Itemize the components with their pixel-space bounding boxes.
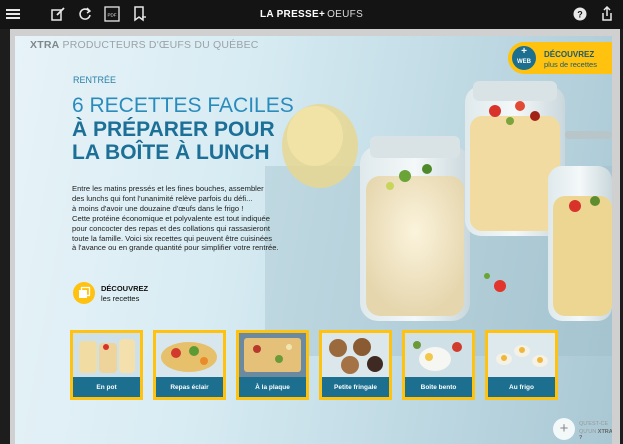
recipe-tile-en-pot[interactable]: En pot (70, 330, 143, 400)
web-badge-title: DÉCOUVREZ (544, 50, 595, 59)
publication-title: LA PRESSE+ OEUFS (0, 0, 623, 29)
xtra-question-line-1: QU'EST-CE (579, 421, 609, 427)
recipe-thumbnail (156, 333, 223, 377)
recipe-tile-label: En pot (73, 377, 140, 397)
intro-line: Entre les matins pressés et les fines bo… (72, 184, 264, 193)
xtra-question-line-2: QU'UN XTRA ? (579, 429, 612, 441)
recipe-tile-boite-bento[interactable]: Boîte bento (402, 330, 475, 400)
help-icon[interactable]: ? (571, 4, 589, 24)
recipe-tile-au-frigo[interactable]: Au frigo (485, 330, 558, 400)
recipe-thumbnail (488, 333, 555, 377)
intro-line: des lunchs qui font l'unanimité relève p… (72, 193, 253, 203)
recipe-tile-label: Petite fringale (322, 377, 389, 397)
recipe-tile-label: Au frigo (488, 377, 555, 397)
intro-line: à l'avance ou en grande quantité pour si… (72, 243, 279, 253)
intro-line: Cette protéine économique et polyvalente… (72, 213, 270, 223)
recipe-thumbnail (73, 333, 140, 377)
brand-xtra: XTRA (30, 39, 60, 51)
copy-icon (73, 282, 95, 304)
recipe-thumbnail (239, 333, 306, 377)
recipe-tile-a-la-plaque[interactable]: À la plaque (236, 330, 309, 400)
headline-line-1: 6 RECETTES FACILES (72, 94, 294, 117)
title-section: OEUFS (327, 9, 364, 20)
share-icon[interactable] (598, 4, 616, 24)
section-kicker: RENTRÉE (73, 75, 117, 85)
article-intro: Entre les matins pressés et les fines bo… (72, 184, 302, 253)
intro-line: pour concocter des repas et des collatio… (72, 223, 270, 233)
intro-line: à moins d'avoir une douzaine d'œufs dans… (72, 203, 244, 213)
recipe-thumbnail (322, 333, 389, 377)
jars-photo (265, 81, 612, 356)
recipe-tiles: En pot Repas éclair À la plaque Petite f… (70, 330, 558, 400)
web-plus-icon: + WEB (512, 46, 536, 70)
recipe-thumbnail (405, 333, 472, 377)
plus-icon: + (553, 418, 575, 440)
intro-line: toute la famille. Voici six recettes qui… (72, 233, 273, 243)
title-bold: LA PRESSE+ (259, 9, 326, 20)
left-edge (0, 29, 10, 444)
web-recipes-button[interactable]: + WEB DÉCOUVREZ plus de recettes (508, 42, 612, 74)
discover-recipes-button[interactable]: DÉCOUVREZ les recettes (73, 282, 183, 306)
sponsor-brand: XTRA PRODUCTEURS D'ŒUFS DU QUÉBEC (30, 39, 259, 51)
recipe-tile-label: À la plaque (239, 377, 306, 397)
recipe-tile-label: Repas éclair (156, 377, 223, 397)
recipe-tile-repas-eclair[interactable]: Repas éclair (153, 330, 226, 400)
brand-name: PRODUCTEURS D'ŒUFS DU QUÉBEC (62, 39, 259, 51)
what-is-xtra-button[interactable]: + QU'EST-CE QU'UN XTRA ? (553, 418, 612, 442)
headline-line-2: À PRÉPARER POUR (72, 118, 275, 141)
article-page: XTRA PRODUCTEURS D'ŒUFS DU QUÉBEC + WEB D… (15, 36, 612, 444)
recipe-tile-petite-fringale[interactable]: Petite fringale (319, 330, 392, 400)
recipe-tile-label: Boîte bento (405, 377, 472, 397)
svg-text:?: ? (577, 10, 583, 20)
web-badge-sub: plus de recettes (544, 60, 597, 69)
headline-line-3: LA BOÎTE À LUNCH (72, 141, 270, 164)
cta-title: DÉCOUVREZ (101, 284, 149, 293)
cta-subtitle: les recettes (101, 294, 140, 303)
app-toolbar: PDF LA PRESSE+ OEUFS ? (0, 0, 623, 29)
